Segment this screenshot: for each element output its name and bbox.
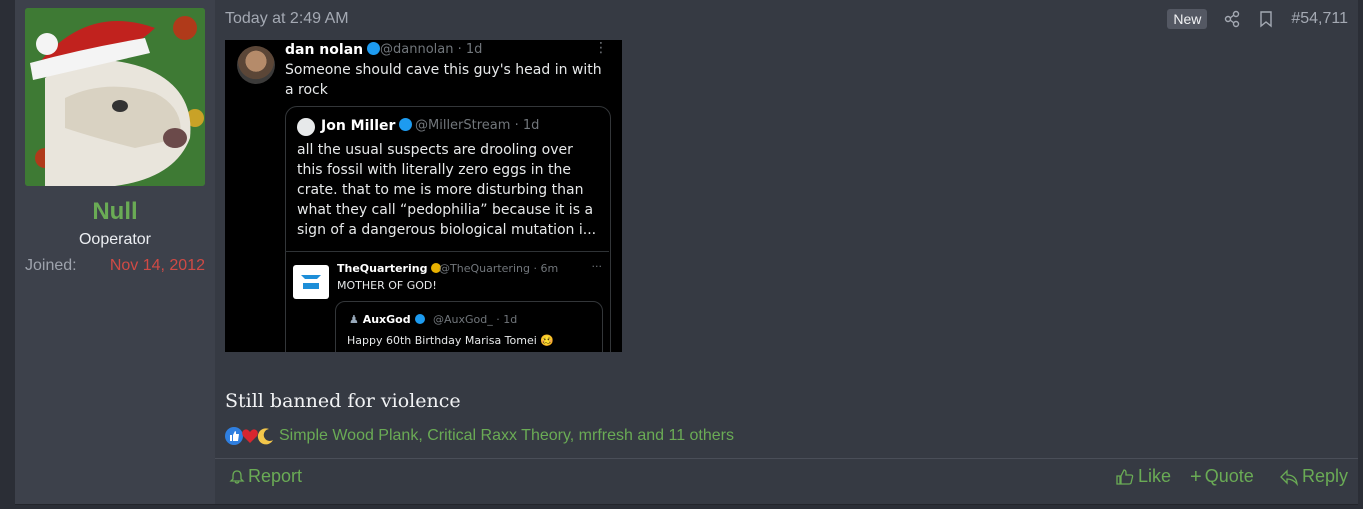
reply-label: Reply xyxy=(1302,466,1349,486)
post-footer: Report Like + Quote Reply xyxy=(215,466,1358,490)
like-label: Like xyxy=(1138,466,1172,486)
tweet2-author: Jon Miller xyxy=(321,118,416,134)
tweet2-line: sign of a dangerous biological mutation … xyxy=(297,222,597,238)
reaction-users-link[interactable]: Simple Wood Plank, Critical Raxx Theory,… xyxy=(279,427,734,445)
thumbs-up-icon xyxy=(1116,468,1134,485)
post-number[interactable]: #54,711 xyxy=(1291,10,1348,28)
tweet-avatar xyxy=(237,46,275,84)
reply-button[interactable]: Reply xyxy=(1279,466,1348,487)
quote-button[interactable]: + Quote xyxy=(1190,466,1254,487)
bookmark-icon[interactable] xyxy=(1257,10,1275,28)
embedded-tweet-image[interactable]: dan nolan @dannolan · 1d ⋮ Someone shoul… xyxy=(225,40,622,352)
bell-icon xyxy=(229,469,245,484)
user-info-panel: Null Ooperator Joined: Nov 14, 2012 xyxy=(15,0,215,504)
tweet2-line: what they call “pedophilia” because it i… xyxy=(297,202,594,218)
post-body-text: Still banned for violence xyxy=(225,390,461,412)
tweet4-handle: @AuxGod_ · 1d xyxy=(433,313,518,326)
tweet4-text: Happy 60th Birthday Marisa Tomei 🥴 xyxy=(347,334,554,347)
quote-divider xyxy=(285,251,609,252)
more-icon: ⋮ xyxy=(594,40,608,56)
post-main: Today at 2:49 AM New #54,711 dan nolan @… xyxy=(215,0,1358,504)
tweet1-author: dan nolan xyxy=(285,42,384,58)
thequartering-avatar xyxy=(293,265,329,299)
report-button[interactable]: Report xyxy=(229,466,302,487)
joined-date: Nov 14, 2012 xyxy=(109,257,205,274)
verified-icon xyxy=(414,314,425,324)
footer-divider xyxy=(215,458,1358,459)
reactions-bar[interactable]: Simple Wood Plank, Critical Raxx Theory,… xyxy=(225,427,734,445)
tweet3-author: TheQuartering xyxy=(337,262,445,275)
avatar-image xyxy=(25,8,205,186)
post-header-actions: New #54,711 xyxy=(1167,9,1348,29)
more-icon: ··· xyxy=(591,260,603,273)
tweet2-line: crate. that to me is more disturbing tha… xyxy=(297,182,584,198)
post-timestamp[interactable]: Today at 2:49 AM xyxy=(225,10,349,28)
verified-icon xyxy=(367,42,381,55)
joined-label: Joined: xyxy=(25,257,77,274)
forum-post: Null Ooperator Joined: Nov 14, 2012 Toda… xyxy=(15,0,1358,504)
quote-label: Quote xyxy=(1204,466,1254,486)
user-avatar[interactable] xyxy=(25,8,205,186)
user-title: Ooperator xyxy=(78,231,152,248)
new-badge: New xyxy=(1167,9,1208,29)
report-label: Report xyxy=(248,466,303,486)
reaction-icons xyxy=(225,427,273,445)
tweet2-handle: @MillerStream · 1d xyxy=(415,118,540,133)
share-icon[interactable] xyxy=(1223,10,1241,28)
moon-reaction-icon xyxy=(257,427,275,445)
like-button[interactable]: Like xyxy=(1115,466,1171,487)
username[interactable]: Null xyxy=(15,198,215,226)
tweet3-handle: @TheQuartering · 6m xyxy=(439,262,559,275)
plus-icon: + xyxy=(1190,465,1202,488)
verified-icon xyxy=(399,118,413,131)
tweet2-line: this fossil with literally zero eggs in … xyxy=(297,162,571,178)
tweet2-line: all the usual suspects are drooling over xyxy=(297,142,573,158)
quoted-avatar xyxy=(297,118,315,136)
tweet1-text-line2: a rock xyxy=(285,82,328,98)
tweet3-text: MOTHER OF GOD! xyxy=(337,279,437,292)
reply-arrow-icon xyxy=(1280,468,1298,486)
tweet4-author: ♟ AuxGod xyxy=(349,313,429,326)
tweet1-handle: @dannolan · 1d xyxy=(380,42,483,57)
tweet1-text-line1: Someone should cave this guy's head in w… xyxy=(285,62,602,78)
